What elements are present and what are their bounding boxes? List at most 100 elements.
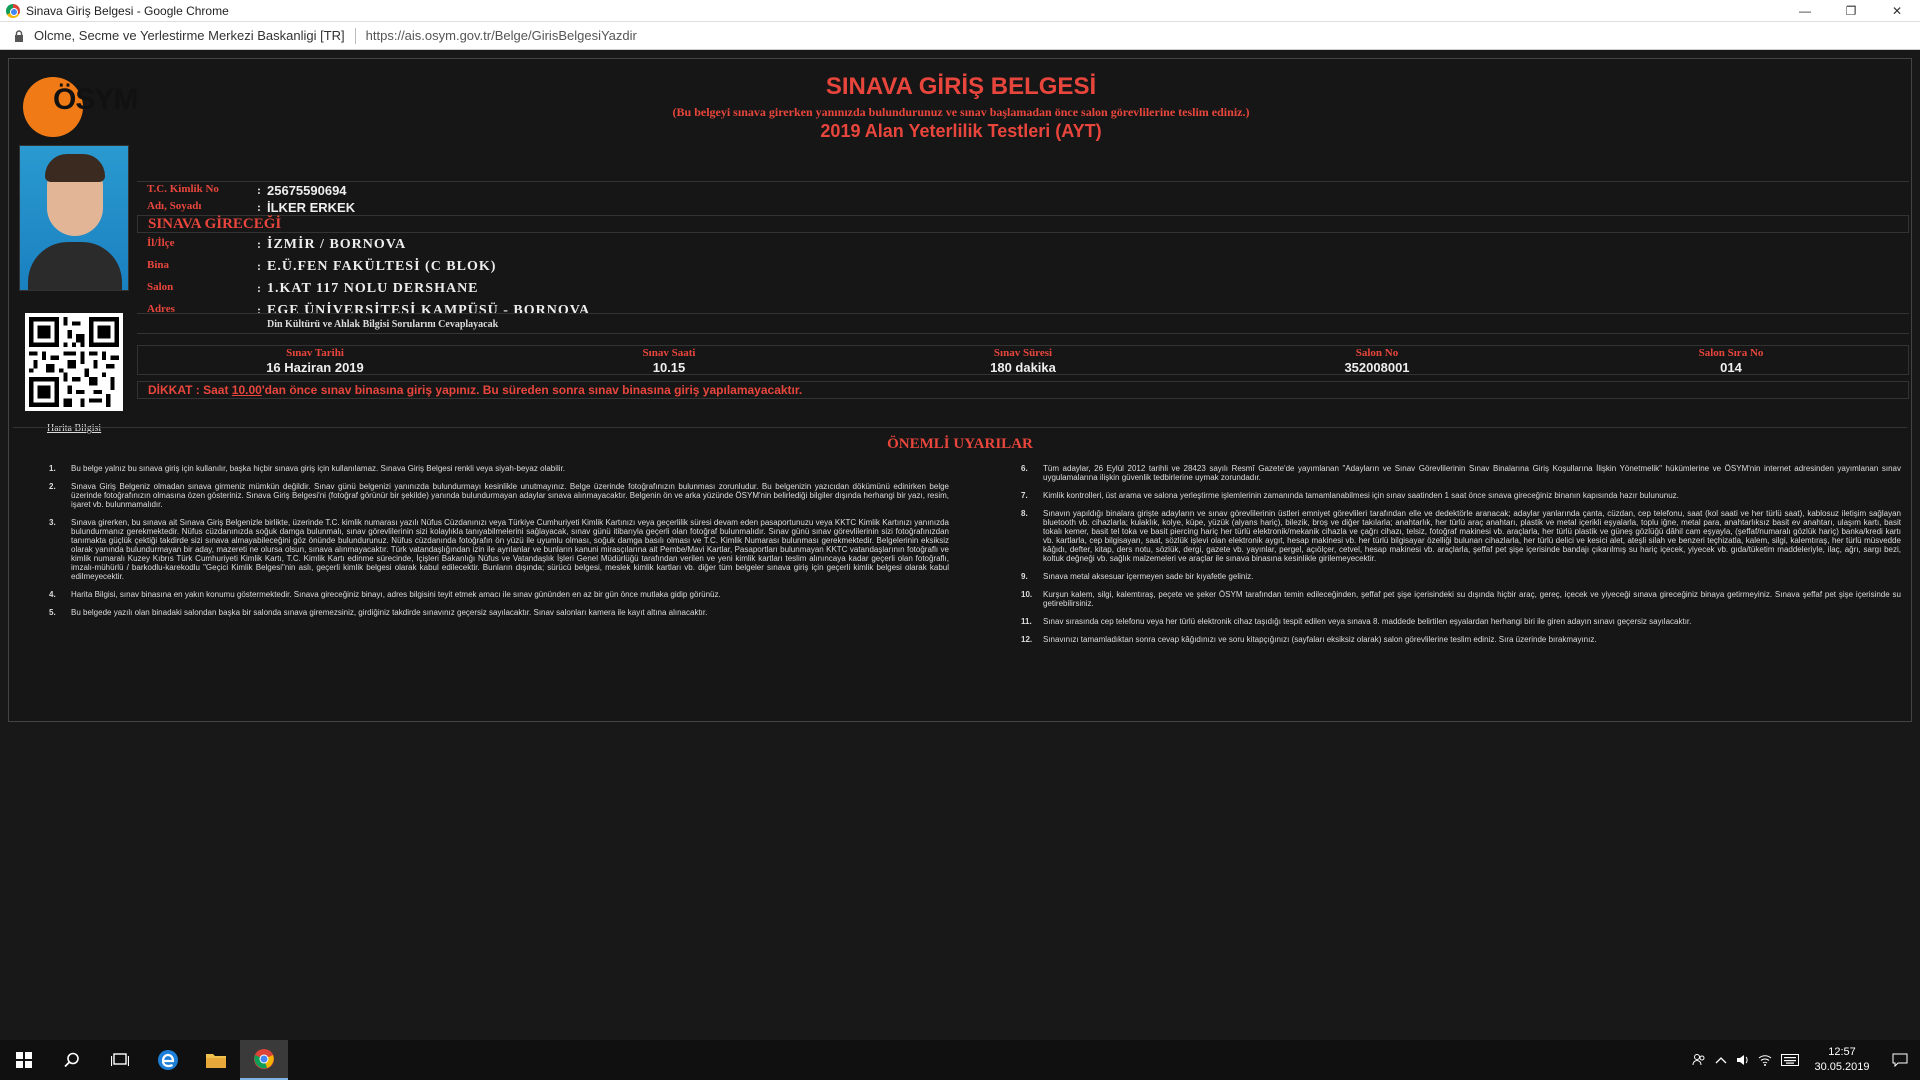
volume-icon[interactable] [1732, 1040, 1754, 1080]
city-colon: : [257, 237, 261, 251]
warning-number: 10. [1021, 590, 1033, 599]
exam-details-table: Sınav Tarihi 16 Haziran 2019 Sınav Saati… [137, 345, 1909, 375]
qr-code-graphic [29, 317, 119, 407]
exam-time-cell: Sınav Saati 10.15 [492, 346, 846, 375]
warning-number: 4. [49, 590, 56, 599]
tc-value: 25675590694 [267, 183, 347, 198]
warning-number: 6. [1021, 464, 1028, 473]
site-identity[interactable]: Olcme, Secme ve Yerlestirme Merkezi Bask… [34, 28, 345, 43]
entry-document: ÖSYM SINAVA GİRİŞ BELGESİ (Bu belgeyi sı… [8, 58, 1912, 722]
photo-hair [45, 154, 105, 182]
hall-no-cell: Salon No 352008001 [1200, 346, 1554, 375]
city-label: İl/İlçe [147, 237, 175, 249]
section-heading: SINAVA GİRECEĞİ [137, 215, 1909, 233]
warning-text: Kurşun kalem, silgi, kalemtıraş, peçete … [1043, 590, 1901, 608]
warning-number: 11. [1021, 617, 1032, 626]
minimize-button[interactable]: — [1782, 0, 1828, 22]
hall-value: 1.KAT 117 NOLU DERSHANE [267, 281, 479, 296]
tc-label: T.C. Kimlik No [147, 183, 219, 195]
page-content: ÖSYM SINAVA GİRİŞ BELGESİ (Bu belgeyi sı… [0, 50, 1920, 1040]
taskbar-clock[interactable]: 12:57 30.05.2019 [1804, 1045, 1880, 1075]
warning-number: 7. [1021, 491, 1028, 500]
search-icon[interactable] [48, 1040, 96, 1080]
address-separator [354, 27, 356, 44]
people-icon[interactable] [1688, 1040, 1710, 1080]
system-tray: 12:57 30.05.2019 [1688, 1040, 1920, 1080]
chevron-up-icon[interactable] [1710, 1040, 1732, 1080]
seat-no-cell: Salon Sıra No 014 [1554, 346, 1908, 375]
file-explorer-icon[interactable] [192, 1040, 240, 1080]
warning-item: 9. Sınava metal aksesuar içermeyen sade b… [1021, 572, 1901, 581]
tc-row: T.C. Kimlik No : 25675590694 [137, 183, 1909, 198]
exam-duration-header: Sınav Süresi [993, 347, 1053, 359]
close-button[interactable]: ✕ [1874, 0, 1920, 22]
tc-colon: : [257, 183, 261, 197]
seat-no-header: Salon Sıra No [1698, 347, 1764, 359]
warning-item: 6. Tüm adaylar, 26 Eylül 2012 tarihli ve … [1021, 464, 1901, 482]
photo-body [28, 242, 122, 290]
windows-start-icon[interactable] [0, 1040, 48, 1080]
warning-text: Harita Bilgisi, sınav binasına en yakın … [71, 590, 721, 599]
warning-prefix: DİKKAT : Saat [148, 383, 232, 397]
chrome-taskbar-icon[interactable] [240, 1040, 288, 1080]
wifi-icon[interactable] [1754, 1040, 1776, 1080]
exam-duration-value: 180 dakika [990, 360, 1056, 375]
culture-top-line [137, 313, 1909, 314]
warnings-right-column: 6. Tüm adaylar, 26 Eylül 2012 tarihli ve … [1021, 464, 1901, 653]
warning-number: 5. [49, 608, 56, 617]
warning-text: Tüm adaylar, 26 Eylül 2012 tarihli ve 28… [1043, 464, 1901, 482]
hall-row: Salon : 1.KAT 117 NOLU DERSHANE [137, 281, 1909, 303]
warning-item: 11. Sınav sırasında cep telefonu veya her… [1021, 617, 1901, 626]
taskbar: 12:57 30.05.2019 [0, 1040, 1920, 1080]
warning-text: Bu belgede yazılı olan binadaki salondan… [71, 608, 708, 617]
task-view-icon[interactable] [96, 1040, 144, 1080]
notification-icon[interactable] [1880, 1040, 1920, 1080]
warning-number: 9. [1021, 572, 1028, 581]
exam-date-value: 16 Haziran 2019 [266, 360, 364, 375]
warning-text: Kimlik kontrolleri, üst arama ve salona … [1043, 491, 1679, 500]
warning-item: 2. Sınava Giriş Belgeniz olmadan sınava g… [49, 482, 949, 509]
location-info: İl/İlçe : İZMİR / BORNOVA Bina : E.Ü.FEN… [137, 237, 1909, 325]
warning-item: 7. Kimlik kontrolleri, üst arama ve salon… [1021, 491, 1901, 500]
clock-time: 12:57 [1828, 1046, 1856, 1058]
hall-colon: : [257, 281, 261, 295]
warning-number: 8. [1021, 509, 1028, 518]
warning-number: 12. [1021, 635, 1033, 644]
warning-item: 5. Bu belgede yazılı olan binadaki salond… [49, 608, 949, 617]
candidate-photo [19, 145, 129, 291]
city-row: İl/İlçe : İZMİR / BORNOVA [137, 237, 1909, 259]
warning-suffix: 'dan önce sınav binasına giriş yapınız. … [261, 383, 803, 397]
document-title: SINAVA GİRİŞ BELGESİ [825, 73, 1097, 100]
address-value: EGE ÜNİVERSİTESİ KAMPÜSÜ - BORNOVA [267, 303, 591, 318]
warning-text: Sınava metal aksesuar içermeyen sade bir… [1043, 572, 1254, 581]
hall-label: Salon [147, 281, 174, 293]
warning-number: 2. [49, 482, 56, 491]
warning-text: Sınava girerken, bu sınava ait Sınava Gi… [71, 518, 949, 581]
warning-item: 1. Bu belge yalnız bu sınava giriş için k… [49, 464, 949, 473]
name-value: İLKER ERKEK [267, 200, 356, 215]
building-colon: : [257, 259, 261, 273]
city-value: İZMİR / BORNOVA [267, 237, 407, 252]
exam-time-value: 10.15 [652, 360, 686, 375]
important-warnings: ÖNEMLİ UYARILAR 1. Bu belge yalnız bu sın… [13, 427, 1907, 717]
keyboard-icon[interactable] [1776, 1040, 1804, 1080]
exam-date-cell: Sınav Tarihi 16 Haziran 2019 [138, 346, 492, 375]
edge-icon[interactable] [144, 1040, 192, 1080]
url-text[interactable]: https://ais.osym.gov.tr/Belge/GirisBelge… [366, 28, 637, 43]
warning-item: 12. Sınavınızı tamamladıktan sonra cevap … [1021, 635, 1901, 644]
warning-item: 10. Kurşun kalem, silgi, kalemtıraş, peçe… [1021, 590, 1901, 608]
document-note: (Bu belgeyi sınava girerken yanınızda bu… [672, 105, 1250, 119]
warning-text: Sınavın yapıldığı binalara girişte adayl… [1043, 509, 1901, 563]
entry-warning: DİKKAT : Saat 10.00'dan önce sınav binas… [137, 381, 1909, 399]
culture-note: Din Kültürü ve Ahlak Bilgisi Sorularını … [267, 319, 499, 330]
warning-time: 10.00 [231, 383, 262, 397]
lock-icon[interactable] [12, 29, 26, 43]
address-bar[interactable]: Olcme, Secme ve Yerlestirme Merkezi Bask… [0, 22, 1920, 50]
restore-button[interactable]: ❐ [1828, 0, 1874, 22]
building-value: E.Ü.FEN FAKÜLTESİ (C BLOK) [267, 259, 497, 274]
window-title: Sinava Giriş Belgesi - Google Chrome [26, 3, 229, 18]
address-colon: : [257, 303, 261, 317]
warning-item: 4. Harita Bilgisi, sınav binasına en yakı… [49, 590, 949, 599]
warning-item: 8. Sınavın yapıldığı binalara girişte ada… [1021, 509, 1901, 563]
window-titlebar: Sinava Giriş Belgesi - Google Chrome — ❐… [0, 0, 1920, 22]
